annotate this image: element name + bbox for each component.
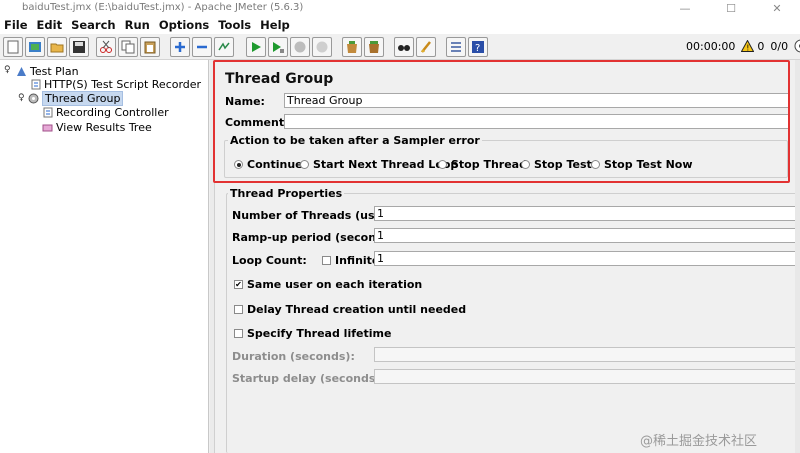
tree-node-thread-group[interactable]: Thread Group [28,90,124,106]
listener-icon [42,122,53,133]
checkmark-icon: ✔ [234,279,243,289]
tree-node-label: Test Plan [30,64,79,78]
tree-node-label: Thread Group [42,90,124,106]
maximize-button[interactable]: ☐ [708,0,754,16]
warning-count: 0 [757,39,765,53]
open-icon[interactable] [47,37,67,57]
highlight-annotation [213,60,790,183]
menu-file[interactable]: File [4,18,28,32]
right-scrollbar[interactable] [795,60,800,453]
window-title: baiduTest.jmx (E:\baiduTest.jmx) - Apach… [22,2,304,13]
tree-node-test-plan[interactable]: Test Plan [16,64,79,78]
toggle-icon[interactable] [214,37,234,57]
expand-icon[interactable] [170,37,190,57]
loop-count-field[interactable]: 1 [374,251,796,266]
help-icon[interactable]: ? [468,37,488,57]
watermark: @稀土掘金技术社区 [640,434,758,449]
toolbar: ? 00:00:00 ! 0 0/0 [0,34,800,60]
thread-count: 0/0 [770,39,789,53]
menu-run[interactable]: Run [125,18,150,32]
thread-properties-title: Thread Properties [228,187,345,200]
tree-node-view-results-tree[interactable]: View Results Tree [42,120,152,134]
delay-thread-checkbox[interactable]: Delay Thread creation until needed [234,303,466,316]
num-threads-field[interactable]: 1 [374,206,796,221]
menu-options[interactable]: Options [159,18,209,32]
tree-node-label: HTTP(S) Test Script Recorder [44,77,202,91]
shutdown-icon[interactable] [312,37,332,57]
copy-icon[interactable] [118,37,138,57]
test-plan-icon [16,66,27,77]
infinite-checkbox[interactable]: Infinite [322,254,379,267]
rampup-field[interactable]: 1 [374,228,796,243]
new-icon[interactable] [3,37,23,57]
duration-label: Duration (seconds): [232,350,355,363]
same-user-checkbox[interactable]: ✔ Same user on each iteration [234,278,422,291]
remote-status-icon [794,39,800,53]
specify-lifetime-checkbox[interactable]: Specify Thread lifetime [234,327,391,340]
save-icon[interactable] [69,37,89,57]
clear-icon[interactable] [342,37,362,57]
menu-edit[interactable]: Edit [37,18,63,32]
checkbox-box [234,329,243,338]
cut-icon[interactable] [96,37,116,57]
startup-delay-field[interactable] [374,369,796,384]
collapse-icon[interactable] [192,37,212,57]
duration-field[interactable] [374,347,796,362]
window-controls: — ☐ ✕ [662,0,800,16]
test-plan-tree: ♀ Test Plan HTTP(S) Test Script Recorder… [0,60,209,453]
controller-icon [42,107,53,118]
svg-text:!: ! [747,43,750,52]
close-button[interactable]: ✕ [754,0,800,16]
function-helper-icon[interactable] [446,37,466,57]
minimize-button[interactable]: — [662,0,708,16]
status-area: 00:00:00 ! 0 0/0 [686,39,800,53]
checkbox-box [322,256,331,265]
tree-node-recorder[interactable]: HTTP(S) Test Script Recorder [30,77,201,91]
recorder-icon [30,79,41,90]
menu-bar: File Edit Search Run Options Tools Help [0,16,800,34]
menu-search[interactable]: Search [71,18,116,32]
tree-node-label: Recording Controller [56,105,169,119]
tree-node-label: View Results Tree [56,120,152,134]
menu-help[interactable]: Help [260,18,290,32]
reset-search-icon[interactable] [416,37,436,57]
title-bar: baiduTest.jmx (E:\baiduTest.jmx) - Apach… [0,0,800,16]
loop-count-label: Loop Count: [232,254,307,267]
start-no-pause-icon[interactable] [268,37,288,57]
clear-all-icon[interactable] [364,37,384,57]
templates-icon[interactable] [25,37,45,57]
paste-icon[interactable] [140,37,160,57]
tree-expander-icon[interactable]: ♀ [18,93,25,103]
checkbox-box [234,305,243,314]
elapsed-timer: 00:00:00 [686,39,736,53]
menu-tools[interactable]: Tools [218,18,251,32]
search-icon[interactable] [394,37,414,57]
start-icon[interactable] [246,37,266,57]
thread-group-icon [28,93,39,104]
tree-node-recording-controller[interactable]: Recording Controller [42,105,169,119]
warning-icon[interactable]: ! [741,40,755,52]
startup-delay-label: Startup delay (seconds): [232,372,385,385]
stop-icon[interactable] [290,37,310,57]
svg-text:?: ? [475,43,480,54]
tree-expander-icon[interactable]: ♀ [4,65,11,75]
